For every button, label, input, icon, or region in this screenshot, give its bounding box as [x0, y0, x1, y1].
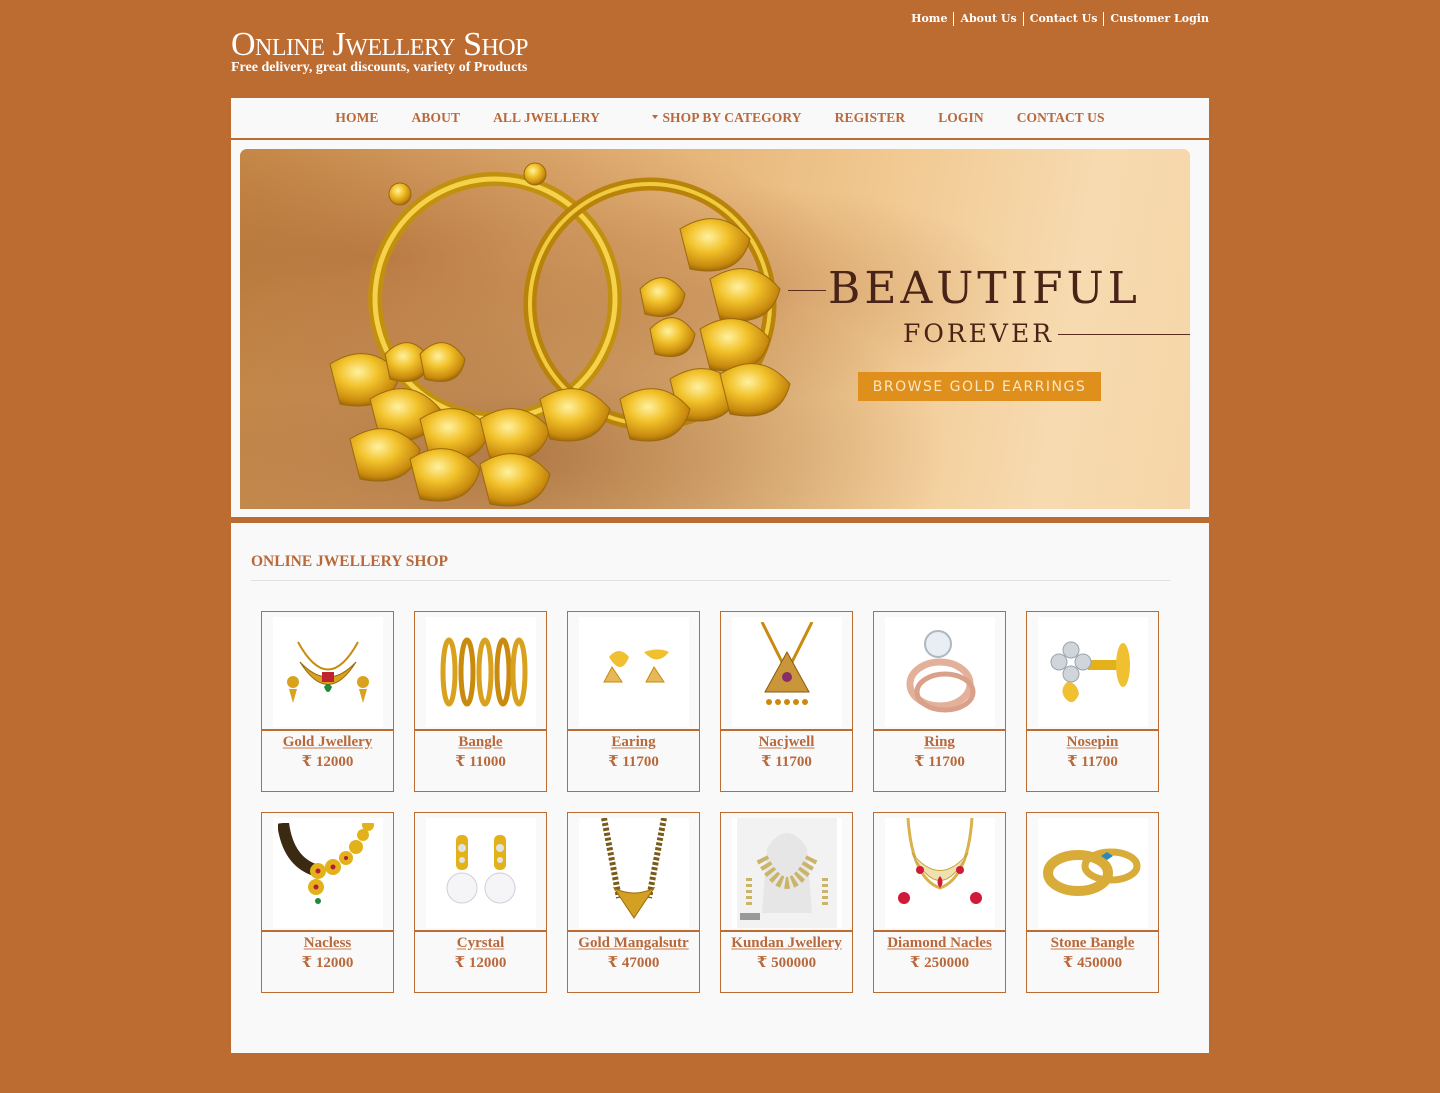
banner-container: BEAUTIFUL FOREVER BROWSE GOLD EARRINGS	[231, 140, 1209, 517]
pendant-necklace-icon	[732, 617, 842, 727]
site-logo[interactable]: Online Jwellery Shop Free delivery, grea…	[231, 26, 529, 76]
earrings-icon	[579, 617, 689, 727]
top-link-customer-login[interactable]: Customer Login	[1104, 12, 1209, 26]
product-name-link[interactable]: Gold Mangalsutr	[568, 933, 699, 953]
nav-all-jwellery[interactable]: ALL JWELLERY	[477, 110, 617, 126]
mangalsutra-icon	[579, 818, 689, 928]
product-price: ₹ 11000	[455, 754, 506, 770]
product-price: ₹ 11700	[1067, 754, 1118, 770]
product-card: Earing ₹ 11700	[567, 611, 700, 792]
product-image-frame[interactable]	[415, 813, 546, 932]
nav-register[interactable]: REGISTER	[818, 110, 922, 126]
product-name-link[interactable]: Kundan Jwellery	[721, 933, 852, 953]
top-links: Home About Us Contact Us Customer Login	[905, 12, 1209, 26]
decorative-line	[1058, 334, 1190, 335]
nav-shop-by-category[interactable]: SHOP BY CATEGORY	[616, 110, 818, 126]
banner-subheadline: FOREVER	[903, 319, 1055, 348]
stone-bangle-icon	[1038, 818, 1148, 928]
product-card: Bangle ₹ 11000	[414, 611, 547, 792]
nav-about[interactable]: ABOUT	[395, 110, 477, 126]
product-price: ₹ 11700	[608, 754, 659, 770]
product-image-frame[interactable]	[568, 612, 699, 731]
product-price: ₹ 12000	[454, 955, 507, 971]
product-image-frame[interactable]	[1027, 813, 1158, 932]
product-price: ₹ 450000	[1062, 955, 1123, 971]
product-name-link[interactable]: Diamond Nacles	[874, 933, 1005, 953]
kundan-set-icon	[732, 818, 842, 928]
hero-banner: BEAUTIFUL FOREVER BROWSE GOLD EARRINGS	[240, 149, 1190, 509]
divider	[251, 580, 1170, 581]
product-price: ₹ 12000	[301, 955, 354, 971]
necklace-set-icon	[273, 617, 383, 727]
product-price: ₹ 47000	[607, 955, 660, 971]
site-tagline: Free delivery, great discounts, variety …	[231, 60, 528, 75]
product-card: Ring ₹ 11700	[873, 611, 1006, 792]
top-link-home[interactable]: Home	[905, 12, 953, 26]
nav-shop-by-category-label: SHOP BY CATEGORY	[662, 110, 802, 125]
caret-down-icon	[652, 115, 659, 120]
product-image-frame[interactable]	[262, 612, 393, 731]
product-name-link[interactable]: Nacless	[262, 933, 393, 953]
nav-home[interactable]: HOME	[319, 110, 395, 126]
products-section: ONLINE JWELLERY SHOP Gold Jwellery ₹ 1200…	[231, 523, 1209, 1053]
top-link-contact-us[interactable]: Contact Us	[1024, 12, 1104, 26]
product-image-frame[interactable]	[874, 612, 1005, 731]
product-card: Nosepin ₹ 11700	[1026, 611, 1159, 792]
product-image-frame[interactable]	[721, 813, 852, 932]
product-image-frame[interactable]	[874, 813, 1005, 932]
product-price: ₹ 250000	[909, 955, 970, 971]
product-price: ₹ 11700	[761, 754, 812, 770]
product-card: Nacless ₹ 12000	[261, 812, 394, 993]
section-title: ONLINE JWELLERY SHOP	[251, 553, 448, 570]
product-price: ₹ 11700	[914, 754, 965, 770]
top-link-about-us[interactable]: About Us	[954, 12, 1022, 26]
product-card: Cyrstal ₹ 12000	[414, 812, 547, 993]
banner-headline: BEAUTIFUL	[828, 263, 1141, 314]
main-nav: HOME ABOUT ALL JWELLERY SHOP BY CATEGORY…	[231, 98, 1209, 140]
flower-necklace-icon	[273, 818, 383, 928]
product-image-frame[interactable]	[721, 612, 852, 731]
product-card: Kundan Jwellery ₹ 500000	[720, 812, 853, 993]
pearl-earrings-icon	[426, 818, 536, 928]
product-name-link[interactable]: Stone Bangle	[1027, 933, 1158, 953]
product-card: Stone Bangle ₹ 450000	[1026, 812, 1159, 993]
site-title: Online Jwellery Shop	[231, 26, 529, 63]
product-name-link[interactable]: Nosepin	[1027, 732, 1158, 752]
bangles-icon	[426, 617, 536, 727]
product-image-frame[interactable]	[262, 813, 393, 932]
product-image-frame[interactable]	[415, 612, 546, 731]
product-price: ₹ 500000	[756, 955, 817, 971]
product-name-link[interactable]: Ring	[874, 732, 1005, 752]
product-image-frame[interactable]	[568, 813, 699, 932]
browse-gold-earrings-button[interactable]: BROWSE GOLD EARRINGS	[858, 372, 1101, 401]
nosepin-icon	[1038, 617, 1148, 727]
product-name-link[interactable]: Bangle	[415, 732, 546, 752]
product-name-link[interactable]: Earing	[568, 732, 699, 752]
product-price: ₹ 12000	[301, 754, 354, 770]
nav-login[interactable]: LOGIN	[922, 110, 1001, 126]
diamond-ring-icon	[885, 617, 995, 727]
product-card: Nacjwell ₹ 11700	[720, 611, 853, 792]
decorative-line	[788, 290, 826, 291]
gold-earrings-image	[329, 162, 791, 507]
product-card: Gold Jwellery ₹ 12000	[261, 611, 394, 792]
nav-contact-us[interactable]: CONTACT US	[1000, 110, 1121, 126]
product-name-link[interactable]: Nacjwell	[721, 732, 852, 752]
product-name-link[interactable]: Gold Jwellery	[262, 732, 393, 752]
diamond-necklace-icon	[885, 818, 995, 928]
product-image-frame[interactable]	[1027, 612, 1158, 731]
product-name-link[interactable]: Cyrstal	[415, 933, 546, 953]
product-card: Diamond Nacles ₹ 250000	[873, 812, 1006, 993]
product-card: Gold Mangalsutr ₹ 47000	[567, 812, 700, 993]
